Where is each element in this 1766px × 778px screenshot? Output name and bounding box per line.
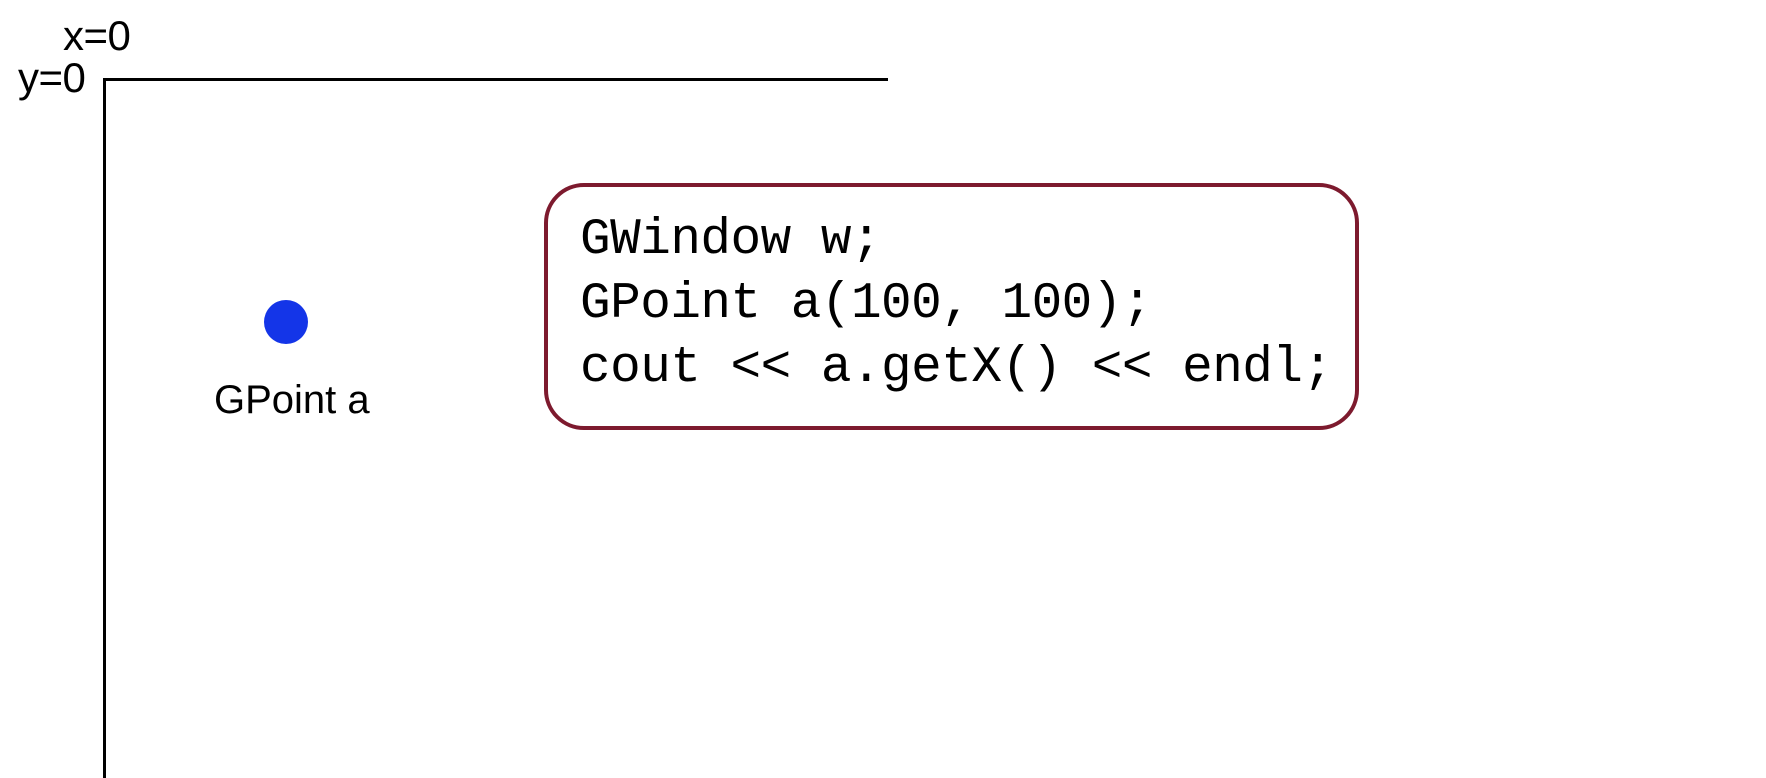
code-line-2: GPoint a(100, 100);	[580, 273, 1323, 337]
point-a-dot	[264, 300, 308, 344]
axis-y-label: y=0	[18, 54, 85, 102]
y-axis-line	[103, 78, 106, 778]
code-snippet-box: GWindow w; GPoint a(100, 100); cout << a…	[544, 183, 1359, 430]
point-a-label: GPoint a	[214, 378, 370, 423]
code-line-3: cout << a.getX() << endl;	[580, 337, 1323, 401]
code-line-1: GWindow w;	[580, 209, 1323, 273]
x-axis-line	[105, 78, 888, 81]
axis-x-label: x=0	[63, 12, 130, 60]
